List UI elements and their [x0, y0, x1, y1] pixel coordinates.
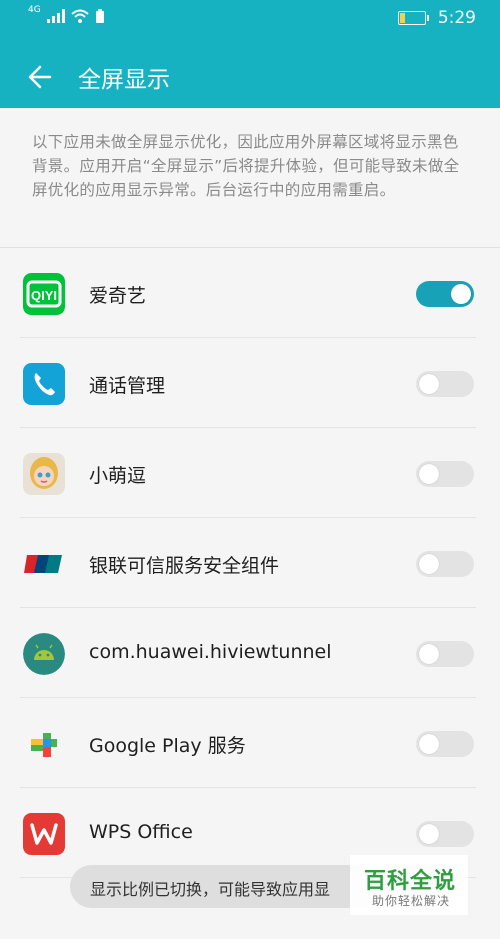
- wifi-icon: [71, 9, 89, 23]
- app-label: WPS Office: [89, 821, 193, 843]
- avatar-game-icon: [23, 453, 65, 495]
- app-label: 通话管理: [89, 375, 166, 397]
- toast-text: 显示比例已切换，可能导致应用显: [90, 880, 331, 899]
- fullscreen-toggle[interactable]: [416, 821, 474, 847]
- app-label: 小萌逗: [89, 465, 147, 487]
- signal-icon: [46, 9, 65, 23]
- unionpay-icon: [23, 543, 65, 585]
- android-icon: [23, 633, 65, 675]
- list-item-unionpay[interactable]: 银联可信服务安全组件: [0, 518, 500, 608]
- iqiyi-icon: QIYI: [23, 273, 65, 315]
- watermark-subtitle: 助你轻松解决: [372, 894, 451, 908]
- network-type: 4G: [28, 5, 41, 15]
- svg-text:QIYI: QIYI: [31, 288, 57, 303]
- fullscreen-toggle[interactable]: [416, 641, 474, 667]
- app-label: 爱奇艺: [89, 285, 147, 307]
- phone-icon: [23, 363, 65, 405]
- app-list: QIYI 爱奇艺 通话管理 小萌逗 银联可信服务安全组件 com.huawei.…: [0, 248, 500, 878]
- app-label: Google Play 服务: [89, 735, 246, 757]
- battery-saver-icon: [95, 9, 104, 23]
- status-left: 4G: [28, 5, 105, 23]
- description-text: 以下应用未做全屏显示优化，因此应用外屏幕区域将显示黑色背景。应用开启“全屏显示”…: [32, 133, 460, 199]
- app-bar: 全屏显示: [0, 42, 500, 108]
- list-item-xiaomengdou[interactable]: 小萌逗: [0, 428, 500, 518]
- app-label: 银联可信服务安全组件: [89, 555, 280, 577]
- fullscreen-toggle[interactable]: [416, 731, 474, 757]
- list-item-iqiyi[interactable]: QIYI 爱奇艺: [0, 248, 500, 338]
- status-bar: 4G 5:29: [0, 0, 500, 42]
- clock: 5:29: [437, 8, 476, 28]
- watermark-title: 百科全说: [364, 869, 457, 894]
- watermark-logo: 百科全说 助你轻松解决: [350, 855, 468, 915]
- app-label: com.huawei.hiviewtunnel: [89, 641, 332, 663]
- fullscreen-toggle[interactable]: [416, 461, 474, 487]
- list-item-call-manager[interactable]: 通话管理: [0, 338, 500, 428]
- fullscreen-toggle[interactable]: [416, 371, 474, 397]
- status-right: 5:29: [397, 8, 476, 28]
- fullscreen-toggle[interactable]: [416, 281, 474, 307]
- page-title: 全屏显示: [78, 67, 170, 93]
- list-item-google-play-services[interactable]: Google Play 服务: [0, 698, 500, 788]
- back-arrow-icon[interactable]: [20, 59, 56, 95]
- google-play-services-icon: [23, 723, 65, 765]
- fullscreen-toggle[interactable]: [416, 551, 474, 577]
- list-item-hiviewtunnel[interactable]: com.huawei.hiviewtunnel: [0, 608, 500, 698]
- battery-icon: [397, 11, 429, 25]
- wps-icon: [23, 813, 65, 855]
